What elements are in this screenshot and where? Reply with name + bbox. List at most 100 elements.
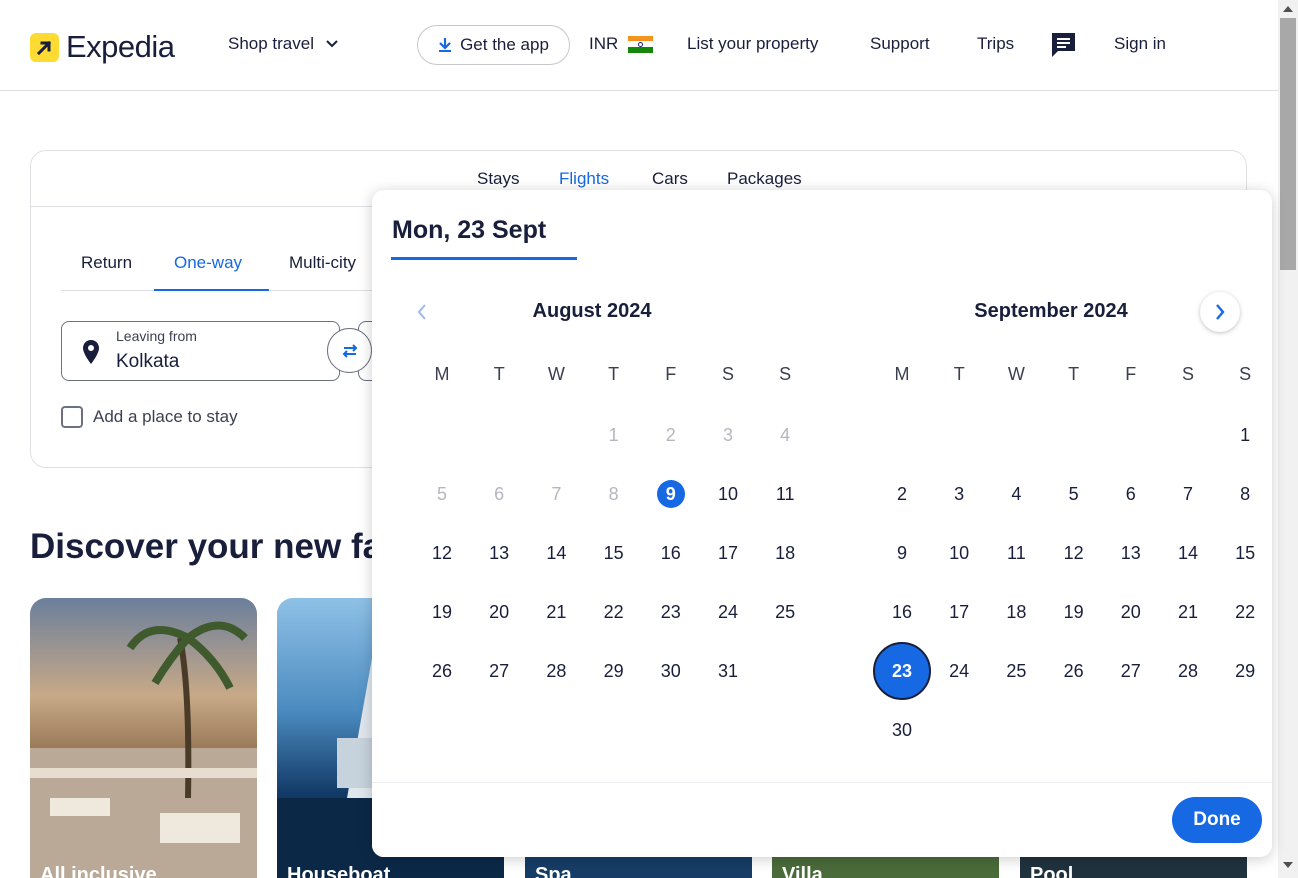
list-your-property-link[interactable]: List your property — [687, 34, 818, 54]
add-stay-checkbox[interactable] — [61, 406, 83, 428]
calendar-day[interactable]: 27 — [477, 649, 521, 693]
tab-cars[interactable]: Cars — [652, 169, 688, 189]
calendar-day[interactable]: 23 — [649, 590, 693, 634]
calendar-day[interactable]: 19 — [420, 590, 464, 634]
calendar-day-disabled: 7 — [551, 484, 562, 504]
tab-packages[interactable]: Packages — [727, 169, 802, 189]
calendar-day[interactable]: 7 — [1166, 472, 1210, 516]
calendar-day-disabled: 2 — [665, 425, 676, 445]
discover-heading: Discover your new fav — [30, 527, 402, 566]
calendar-day[interactable]: 27 — [1109, 649, 1153, 693]
swap-arrows-icon — [342, 343, 357, 358]
next-month-button[interactable] — [1200, 292, 1240, 332]
calendar-day[interactable]: 22 — [1223, 590, 1267, 634]
trip-type-one-way[interactable]: One-way — [174, 253, 242, 273]
calendar-day[interactable]: 13 — [477, 531, 521, 575]
calendar-day[interactable]: 16 — [649, 531, 693, 575]
india-flag-icon — [628, 35, 654, 53]
weekday-header: T — [608, 364, 620, 384]
calendar-day[interactable]: 19 — [1052, 590, 1096, 634]
calendar-day[interactable]: 10 — [937, 531, 981, 575]
chevron-down-icon — [326, 40, 338, 48]
calendar-day[interactable]: 20 — [477, 590, 521, 634]
calendar-day[interactable]: 1 — [1223, 413, 1267, 457]
calendar-day[interactable]: 21 — [1166, 590, 1210, 634]
calendar-day-selected[interactable]: 23 — [873, 642, 931, 700]
calendar-day[interactable]: 9 — [880, 531, 924, 575]
shop-travel-label: Shop travel — [228, 34, 314, 53]
calendar-day[interactable]: 30 — [649, 649, 693, 693]
calendar-day[interactable]: 17 — [706, 531, 750, 575]
calendar-day[interactable]: 13 — [1109, 531, 1153, 575]
calendar-day[interactable]: 12 — [420, 531, 464, 575]
scroll-down-arrow-icon[interactable] — [1283, 862, 1293, 868]
calendar-day[interactable]: 11 — [994, 531, 1038, 575]
calendar-day[interactable]: 24 — [706, 590, 750, 634]
tile-label: Spa — [535, 864, 572, 878]
calendar-day-disabled: 1 — [608, 425, 619, 445]
calendar-day[interactable]: 10 — [706, 472, 750, 516]
calendar-day[interactable]: 21 — [534, 590, 578, 634]
sign-in-link[interactable]: Sign in — [1114, 34, 1166, 54]
currency-selector[interactable]: INR — [589, 34, 654, 54]
get-the-app-button[interactable]: Get the app — [417, 25, 570, 65]
trips-link[interactable]: Trips — [977, 34, 1014, 54]
calendar-day[interactable]: 5 — [1052, 472, 1096, 516]
selected-date-label[interactable]: Mon, 23 Sept — [392, 216, 546, 245]
calendar-day[interactable]: 8 — [1223, 472, 1267, 516]
calendar-day[interactable]: 15 — [592, 531, 636, 575]
page-scrollbar[interactable] — [1278, 0, 1298, 878]
calendar-day[interactable]: 31 — [706, 649, 750, 693]
calendar-day-disabled: 6 — [494, 484, 505, 504]
get-the-app-label: Get the app — [460, 35, 549, 54]
calendar-day[interactable]: 25 — [994, 649, 1038, 693]
trip-type-multi-city[interactable]: Multi-city — [289, 253, 356, 273]
calendar-day[interactable]: 29 — [592, 649, 636, 693]
calendar-day[interactable]: 29 — [1223, 649, 1267, 693]
leaving-from-field[interactable]: Leaving from Kolkata — [61, 321, 340, 381]
calendar-day[interactable]: 2 — [880, 472, 924, 516]
calendar-day[interactable]: 26 — [420, 649, 464, 693]
calendar-day[interactable]: 28 — [534, 649, 578, 693]
calendar-day-today[interactable]: 9 — [649, 472, 693, 516]
calendar-day[interactable]: 4 — [994, 472, 1038, 516]
calendar-day[interactable]: 18 — [763, 531, 807, 575]
calendar-day[interactable]: 24 — [937, 649, 981, 693]
calendar-day[interactable]: 20 — [1109, 590, 1153, 634]
weekday-header: S — [779, 364, 792, 384]
weekday-header: S — [1239, 364, 1252, 384]
add-stay-option[interactable]: Add a place to stay — [61, 406, 238, 428]
chat-icon[interactable] — [1050, 31, 1077, 58]
calendar-day[interactable]: 3 — [937, 472, 981, 516]
previous-month-button[interactable] — [402, 292, 442, 332]
expedia-logo[interactable]: Expedia — [30, 29, 175, 65]
swap-locations-button[interactable] — [327, 328, 372, 373]
tile-all-inclusive[interactable]: All inclusive — [30, 598, 257, 878]
weekday-header: M — [434, 364, 450, 384]
calendar-day[interactable]: 12 — [1052, 531, 1096, 575]
calendar-day[interactable]: 11 — [763, 472, 807, 516]
calendar-day[interactable]: 6 — [1109, 472, 1153, 516]
calendar-day[interactable]: 28 — [1166, 649, 1210, 693]
calendar-day[interactable]: 15 — [1223, 531, 1267, 575]
scroll-up-arrow-icon[interactable] — [1283, 6, 1293, 12]
calendar-day[interactable]: 14 — [534, 531, 578, 575]
tab-flights[interactable]: Flights — [559, 169, 609, 189]
weekday-header: W — [1007, 364, 1025, 384]
calendar-day[interactable]: 26 — [1052, 649, 1096, 693]
calendar-day[interactable]: 14 — [1166, 531, 1210, 575]
scrollbar-thumb[interactable] — [1280, 18, 1296, 270]
calendar-day[interactable]: 30 — [880, 708, 924, 752]
calendar-day-disabled: 8 — [608, 484, 619, 504]
calendar-day[interactable]: 16 — [880, 590, 924, 634]
calendar-day[interactable]: 22 — [592, 590, 636, 634]
site-header: Expedia Shop travel Get the app INR List… — [0, 0, 1278, 91]
calendar-day[interactable]: 18 — [994, 590, 1038, 634]
support-link[interactable]: Support — [870, 34, 930, 54]
trip-type-return[interactable]: Return — [81, 253, 132, 273]
shop-travel-menu[interactable]: Shop travel — [228, 34, 338, 54]
tab-stays[interactable]: Stays — [477, 169, 520, 189]
calendar-day[interactable]: 17 — [937, 590, 981, 634]
done-button[interactable]: Done — [1172, 797, 1262, 843]
calendar-day[interactable]: 25 — [763, 590, 807, 634]
